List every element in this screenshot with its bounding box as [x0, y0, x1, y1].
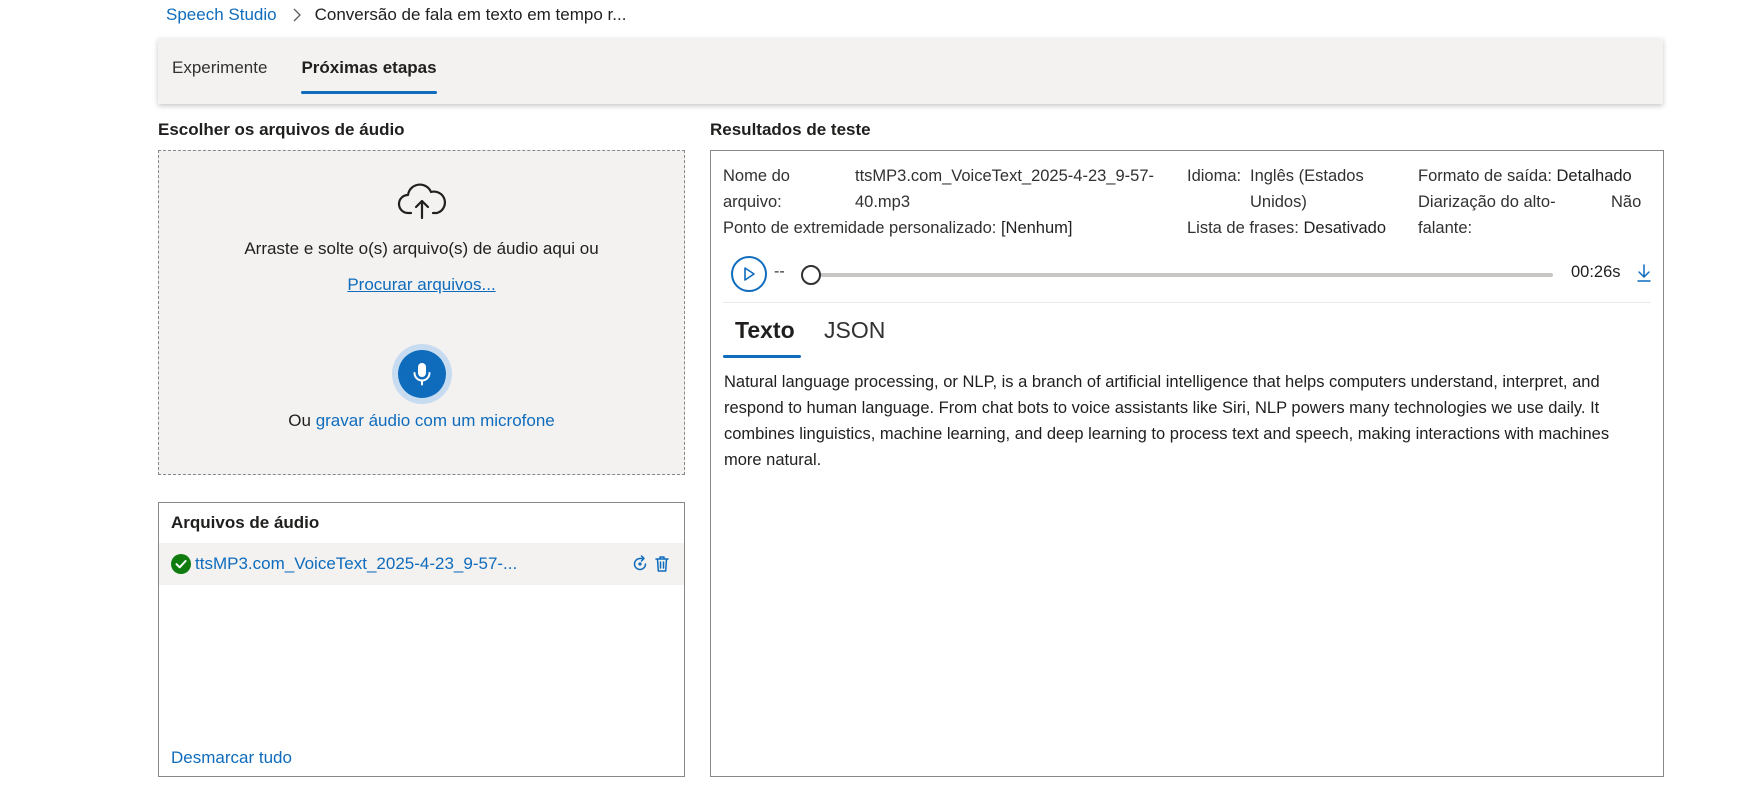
record-microphone-button[interactable] [398, 350, 446, 398]
top-tab-bar: Experimente Próximas etapas [158, 38, 1663, 104]
breadcrumb: Speech Studio Conversão de fala em texto… [166, 4, 626, 26]
microphone-button-halo [392, 344, 452, 404]
language-label: Idioma: [1187, 167, 1242, 185]
active-tab-indicator [723, 355, 801, 358]
speaker-diarization-label: Diarização do alto-falante: [1418, 193, 1556, 237]
list-item[interactable]: ttsMP3.com_VoiceText_2025-4-23_9-57-... [159, 543, 684, 585]
dropzone-instruction: Arraste e solte o(s) arquivo(s) de áudio… [244, 239, 599, 258]
audio-files-title: Arquivos de áudio [171, 513, 320, 532]
output-format-value: Detalhado [1556, 167, 1632, 185]
output-format-label: Formato de saída: [1418, 167, 1552, 185]
play-icon [744, 267, 755, 281]
output-format-row: Formato de saída: Detalhado [1418, 163, 1632, 189]
seek-track[interactable] [807, 273, 1553, 277]
tab-json[interactable]: JSON [824, 317, 885, 344]
breadcrumb-current-page: Conversão de fala em texto em tempo r... [314, 5, 627, 24]
audio-files-panel: Arquivos de áudio ttsMP3.com_VoiceText_2… [158, 502, 685, 777]
upload-section-title: Escolher os arquivos de áudio [158, 120, 405, 139]
results-section-title: Resultados de teste [710, 120, 871, 139]
browse-files-link[interactable]: Procurar arquivos... [347, 275, 495, 294]
rerun-icon[interactable] [630, 554, 650, 574]
tab-experimente[interactable]: Experimente [172, 38, 267, 104]
audio-player: -- 00:26s [731, 256, 1651, 292]
microphone-icon [413, 363, 431, 386]
cloud-upload-icon [397, 183, 446, 220]
file-name-value: ttsMP3.com_VoiceText_2025-4-23_9-57-40.m… [855, 167, 1154, 211]
test-results-panel: Nome do arquivo: ttsMP3.com_VoiceText_20… [710, 150, 1664, 777]
uncheck-all-link[interactable]: Desmarcar tudo [171, 748, 292, 768]
speaker-diarization-value: Não [1611, 193, 1642, 211]
delete-icon[interactable] [652, 554, 672, 574]
chevron-right-icon [293, 8, 301, 22]
custom-endpoint-value: [Nenhum] [1000, 219, 1073, 237]
phrase-list-label: Lista de frases: [1187, 219, 1299, 237]
current-time: -- [774, 263, 785, 280]
phrase-list-row: Lista de frases: Desativado [1187, 215, 1386, 241]
breadcrumb-speech-studio-link[interactable]: Speech Studio [166, 5, 277, 25]
checkmark-circle-icon [171, 554, 191, 574]
record-audio-link[interactable]: gravar áudio com um microfone [316, 411, 555, 430]
record-prefix-text: Ou [288, 411, 311, 430]
audio-dropzone[interactable]: Arraste e solte o(s) arquivo(s) de áudio… [158, 150, 685, 475]
file-name-label: Nome do arquivo: [723, 167, 790, 211]
browse-files-row: Procurar arquivos... [159, 275, 684, 295]
custom-endpoint-label: Ponto de extremidade personalizado: [723, 219, 997, 237]
divider [723, 302, 1651, 303]
audio-file-name[interactable]: ttsMP3.com_VoiceText_2025-4-23_9-57-... [195, 554, 517, 574]
phrase-list-value: Desativado [1303, 219, 1387, 237]
download-icon[interactable] [1635, 262, 1653, 284]
duration-label: 00:26s [1571, 263, 1621, 281]
transcript-text: Natural language processing, or NLP, is … [724, 373, 1610, 469]
language-value: Inglês (Estados Unidos) [1250, 167, 1364, 211]
record-audio-row: Ou gravar áudio com um microfone [159, 411, 684, 431]
seek-slider-thumb[interactable] [801, 265, 821, 285]
custom-endpoint-row: Ponto de extremidade personalizado: [Nen… [723, 215, 1073, 241]
play-button[interactable] [731, 256, 767, 292]
tab-proximas-etapas[interactable]: Próximas etapas [301, 38, 437, 104]
file-row-actions [630, 554, 672, 574]
tab-texto[interactable]: Texto [735, 317, 795, 344]
